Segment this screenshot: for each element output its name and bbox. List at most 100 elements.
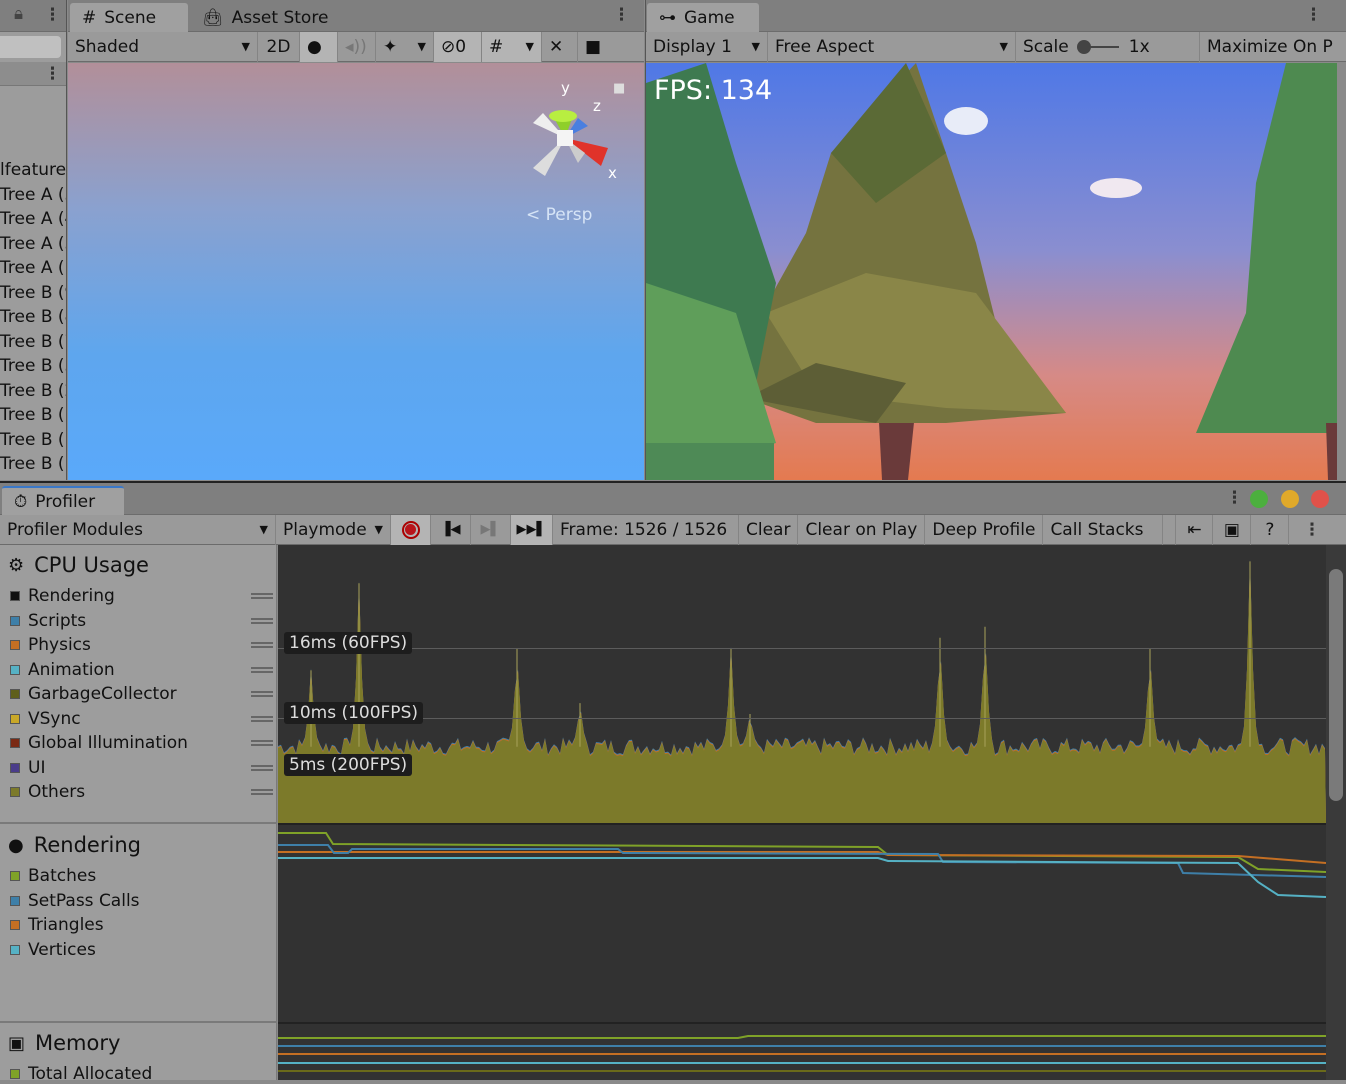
tab-asset-store[interactable]: 👜︎ Asset Store <box>190 3 340 32</box>
legend-item[interactable]: Physics <box>10 635 273 655</box>
hierarchy-item[interactable]: Tree A (3 <box>0 234 66 258</box>
tab-scene[interactable]: # Scene <box>70 3 188 32</box>
audio-toggle[interactable]: ◂)) <box>338 31 376 62</box>
button-label: Call Stacks <box>1050 519 1144 540</box>
deep-profile-toggle[interactable]: Deep Profile <box>925 514 1044 545</box>
legend-item[interactable]: Batches <box>10 866 270 886</box>
more-icon[interactable]: ⋮ <box>44 5 61 25</box>
previous-frame-button[interactable]: ▐◀ <box>431 514 471 545</box>
scrollbar-thumb[interactable] <box>1329 569 1343 801</box>
rendering-module[interactable]: ● Rendering Batches SetPass Calls Triangles… <box>0 825 277 1023</box>
profiler-scrollbar[interactable] <box>1326 545 1346 1080</box>
drag-handle-icon[interactable] <box>251 666 273 673</box>
scene-tabbar: # Scene 👜︎ Asset Store ⋮ <box>68 0 644 32</box>
tab-label: Scene <box>104 7 157 28</box>
tools-button[interactable]: ✕ <box>542 31 578 62</box>
gamepad-icon: ⊶ <box>659 7 676 28</box>
hierarchy-item[interactable]: Tree B (1 <box>0 430 66 454</box>
rendering-chart[interactable] <box>278 825 1326 1022</box>
maximize-on-play-toggle[interactable]: Maximize On P <box>1200 32 1340 62</box>
legend-item[interactable]: Vertices <box>10 940 270 960</box>
more-icon[interactable]: ⋮ <box>1226 488 1243 508</box>
hierarchy-item[interactable]: Tree A (5 <box>0 185 66 209</box>
effects-dropdown[interactable]: ✦ ▼ <box>376 31 434 62</box>
hierarchy-item[interactable]: Tree B (9 <box>0 283 66 307</box>
hierarchy-item[interactable]: Tree B (8 <box>0 307 66 331</box>
persp-label[interactable]: < Persp <box>526 205 592 225</box>
drag-handle-icon[interactable] <box>251 593 273 599</box>
shading-dropdown[interactable]: Shaded ▼ <box>68 31 258 62</box>
aspect-dropdown[interactable]: Free Aspect ▼ <box>768 31 1016 62</box>
cpu-usage-chart[interactable] <box>278 545 1326 824</box>
legend-item[interactable]: Triangles <box>10 915 270 935</box>
scale-slider[interactable]: Scale 1x <box>1016 31 1200 62</box>
hierarchy-item[interactable]: lfeature <box>0 160 66 184</box>
legend-item[interactable]: UI <box>10 758 273 778</box>
next-frame-button[interactable]: ▶▌ <box>471 514 511 545</box>
camera-button[interactable]: ■ <box>578 32 608 62</box>
more-icon[interactable]: ⋮ <box>613 5 630 25</box>
hierarchy-item[interactable]: Tree A (4 <box>0 209 66 233</box>
record-button[interactable] <box>391 514 431 545</box>
legend-item[interactable]: Others <box>10 782 273 802</box>
drag-handle-icon[interactable] <box>251 691 273 697</box>
legend-item[interactable]: SetPass Calls <box>10 891 270 911</box>
more-icon[interactable]: ⋮ <box>44 64 61 84</box>
memory-module[interactable]: ▣ Memory Total Allocated <box>0 1024 277 1084</box>
threshold-line-10ms <box>278 718 1326 719</box>
memory-chart[interactable] <box>278 1024 1326 1080</box>
grid-dropdown[interactable]: # ▼ <box>482 31 542 62</box>
more-button[interactable]: ⋮ <box>1289 515 1327 545</box>
scale-thumb[interactable] <box>1076 39 1091 54</box>
drag-handle-icon[interactable] <box>251 789 273 795</box>
more-icon[interactable]: ⋮ <box>1305 5 1322 25</box>
drag-handle-icon[interactable] <box>251 764 273 771</box>
hierarchy-item[interactable]: Tree B (1 <box>0 454 66 478</box>
lock-icon[interactable]: 🔒︎ <box>14 4 23 24</box>
hierarchy-item[interactable]: Tree B (5 <box>0 356 66 380</box>
call-stacks-toggle[interactable]: Call Stacks <box>1043 514 1164 545</box>
tab-profiler[interactable]: ⏱ Profiler <box>2 486 124 515</box>
profiler-modules-dropdown[interactable]: Profiler Modules ▼ <box>0 514 276 545</box>
hierarchy-item[interactable]: Tree B (1 <box>0 405 66 429</box>
drag-handle-icon[interactable] <box>251 617 273 624</box>
cpu-module[interactable]: ⚙ CPU Usage Rendering Scripts Physics Animat… <box>0 545 277 824</box>
profiler-modules-list: ⚙ CPU Usage Rendering Scripts Physics Animat… <box>0 545 277 1084</box>
scale-track[interactable] <box>1076 39 1119 54</box>
legend-item[interactable]: Global Illumination <box>10 733 273 753</box>
game-view[interactable]: FPS: 134 <box>646 63 1337 480</box>
hierarchy-item[interactable]: Tree A (1 <box>0 258 66 282</box>
2d-toggle[interactable]: 2D <box>258 31 300 62</box>
minimize-window-button[interactable] <box>1281 490 1299 508</box>
maximize-window-button[interactable] <box>1250 490 1268 508</box>
legend-item[interactable]: Animation <box>10 660 273 680</box>
close-window-button[interactable] <box>1311 490 1329 508</box>
current-frame-button[interactable]: ▶▶▌ <box>511 514 553 545</box>
legend-item[interactable]: Total Allocated <box>10 1064 270 1084</box>
hierarchy-item[interactable]: Tree B (7 <box>0 332 66 356</box>
legend-item[interactable]: Scripts <box>10 611 273 631</box>
drag-handle-icon[interactable] <box>251 715 273 722</box>
legend-item[interactable]: GarbageCollector <box>10 684 273 704</box>
load-button[interactable]: ⇤ <box>1175 514 1214 545</box>
playmode-dropdown[interactable]: Playmode ▼ <box>276 514 391 545</box>
hierarchy-item[interactable]: Tree B (2 <box>0 381 66 405</box>
lighting-toggle[interactable]: ● <box>300 31 338 62</box>
profiler-toolbar: Profiler Modules ▼ Playmode ▼ ▐◀ ▶▌ ▶▶▌ Fr… <box>0 514 1346 545</box>
lock-icon[interactable]: ■ <box>613 81 625 96</box>
clear-button[interactable]: Clear <box>739 514 799 545</box>
tab-label: Profiler <box>35 491 96 512</box>
tab-game[interactable]: ⊶ Game <box>647 3 759 32</box>
display-dropdown[interactable]: Display 1 ▼ <box>646 31 768 62</box>
legend-item[interactable]: Rendering <box>10 586 273 606</box>
scene-view[interactable]: y z x ■ < Persp <box>68 63 644 480</box>
orientation-gizmo[interactable]: y z x <box>523 78 623 188</box>
help-button[interactable]: ? <box>1251 514 1290 545</box>
drag-handle-icon[interactable] <box>251 740 273 746</box>
legend-item[interactable]: VSync <box>10 709 273 729</box>
clear-on-play-toggle[interactable]: Clear on Play <box>798 514 926 545</box>
hidden-objects-toggle[interactable]: ⊘ 0 <box>434 31 482 62</box>
drag-handle-icon[interactable] <box>251 642 273 648</box>
save-button[interactable]: ▣ <box>1213 514 1252 545</box>
hierarchy-search-input[interactable] <box>0 36 61 58</box>
